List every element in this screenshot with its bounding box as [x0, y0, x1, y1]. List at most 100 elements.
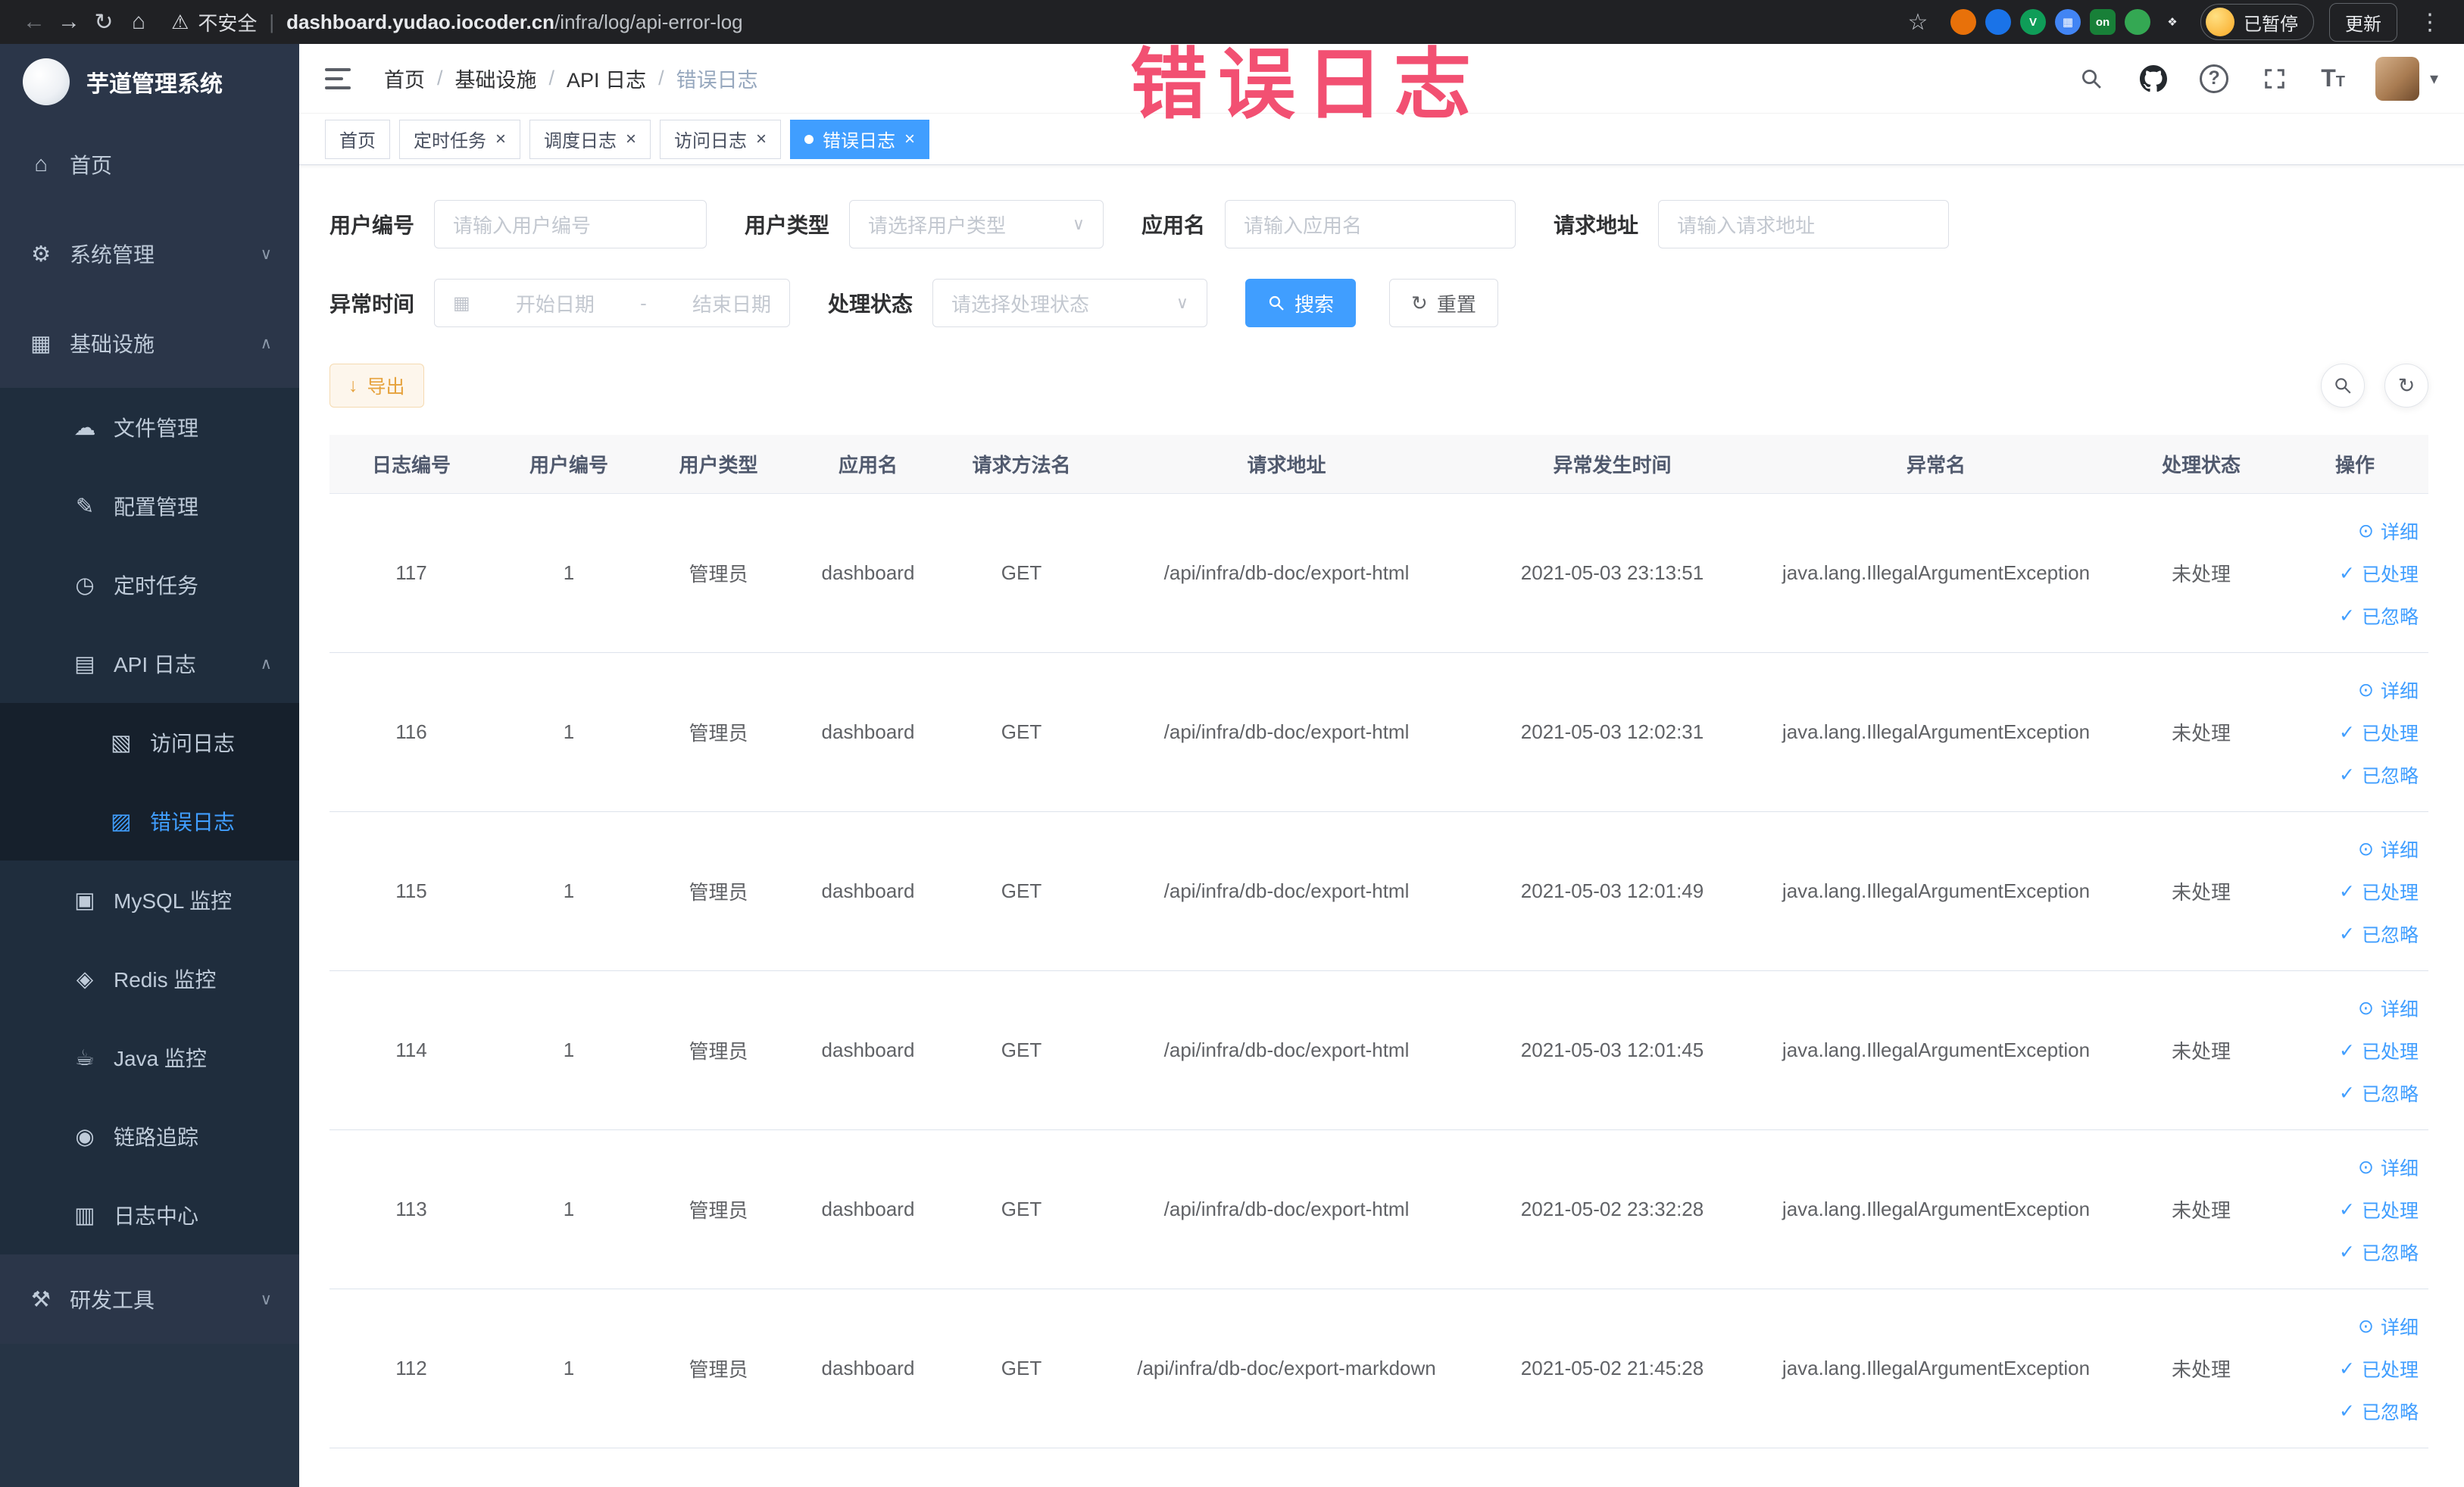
extension-green-v-icon[interactable]: V: [2020, 9, 2046, 35]
action-detail-link[interactable]: ⊙ 详细: [2358, 836, 2419, 863]
table-header: 日志编号 用户编号 用户类型 应用名 请求方法名 请求地址 异常发生时间 异常名 处理状态 操作: [329, 435, 2428, 494]
update-button[interactable]: 更新: [2329, 2, 2397, 42]
sidebar-item-error-log[interactable]: ▨ 错误日志: [0, 782, 299, 861]
close-icon[interactable]: ×: [904, 130, 915, 148]
menu-item-label: Redis 监控: [114, 968, 217, 992]
sidebar-item-log-center[interactable]: ▥ 日志中心: [0, 1176, 299, 1254]
extension-grid-icon[interactable]: ▦: [2055, 9, 2081, 35]
browser-menu-icon[interactable]: ⋮: [2412, 5, 2447, 39]
column-header: 异常发生时间: [1553, 454, 1672, 476]
extension-on-badge-icon[interactable]: on: [2090, 9, 2116, 35]
action-ignored-link[interactable]: ✓ 已忽略: [2339, 1398, 2419, 1425]
address-bar[interactable]: ⚠ 不安全 | dashboard.yudao.iocoder.cn /infr…: [156, 8, 1900, 36]
action-processed-link[interactable]: ✓ 已处理: [2339, 878, 2419, 905]
user-avatar: [2375, 56, 2419, 101]
bookmark-star-icon[interactable]: ☆: [1900, 5, 1935, 39]
sidebar-item-access-log[interactable]: ▧ 访问日志: [0, 703, 299, 782]
sidebar-item-infrastructure[interactable]: ▦ 基础设施 ∧: [0, 298, 299, 388]
app-name-input[interactable]: 请输入应用名: [1225, 200, 1516, 248]
user-type-select[interactable]: 请选择用户类型 ∨: [849, 200, 1104, 248]
extension-puzzle-icon[interactable]: ❖: [2160, 9, 2185, 35]
fullscreen-icon[interactable]: [2259, 63, 2291, 95]
reset-button-label: 重置: [1436, 292, 1476, 316]
close-icon[interactable]: ×: [626, 130, 636, 148]
font-size-icon[interactable]: TT: [2321, 64, 2345, 92]
search-button[interactable]: 搜索: [1245, 279, 1357, 327]
tab-home[interactable]: 首页: [325, 119, 390, 159]
action-detail-link[interactable]: ⊙ 详细: [2358, 517, 2419, 545]
cell-actions: ⊙ 详细 ✓ 已处理 ✓ 已忽略: [2281, 1313, 2429, 1425]
url-path: /infra/log/api-error-log: [554, 10, 743, 33]
sidebar-item-cron-job[interactable]: ◷ 定时任务: [0, 545, 299, 624]
profile-chip[interactable]: 已暂停: [2200, 4, 2314, 40]
tab-error-log[interactable]: 错误日志 ×: [790, 119, 930, 159]
breadcrumb-item[interactable]: API 日志: [567, 64, 646, 93]
sidebar-item-redis-monitor[interactable]: ◈ Redis 监控: [0, 939, 299, 1018]
sidebar-item-system-mgmt[interactable]: ⚙ 系统管理 ∨: [0, 209, 299, 298]
help-icon[interactable]: ?: [2200, 64, 2229, 93]
action-processed-link[interactable]: ✓ 已处理: [2339, 560, 2419, 587]
logo[interactable]: 芋道管理系统: [0, 44, 299, 120]
action-processed-link[interactable]: ✓ 已处理: [2339, 1355, 2419, 1382]
sidebar-item-mysql-monitor[interactable]: ▣ MySQL 监控: [0, 861, 299, 939]
sidebar-item-java-monitor[interactable]: ☕ Java 监控: [0, 1018, 299, 1097]
menu-item-label: 系统管理: [70, 243, 155, 267]
check-icon: ✓: [2339, 604, 2355, 626]
action-detail-link[interactable]: ⊙ 详细: [2358, 676, 2419, 704]
breadcrumb-item[interactable]: 基础设施: [455, 64, 537, 93]
cell-exception: java.lang.IllegalArgumentException: [1782, 720, 2091, 743]
user-id-input[interactable]: 请输入用户编号: [434, 200, 707, 248]
action-processed-link[interactable]: ✓ 已处理: [2339, 1196, 2419, 1223]
extension-blue-drop-icon[interactable]: [1985, 9, 2011, 35]
close-icon[interactable]: ×: [756, 130, 767, 148]
check-icon: ✓: [2339, 880, 2355, 902]
action-ignored-link[interactable]: ✓ 已忽略: [2339, 920, 2419, 948]
refresh-table-icon[interactable]: ↻: [2384, 364, 2428, 408]
export-button[interactable]: ↓ 导出: [329, 364, 424, 408]
action-detail-link[interactable]: ⊙ 详细: [2358, 1313, 2419, 1340]
tab-schedule-log[interactable]: 调度日志 ×: [529, 119, 651, 159]
sidebar-item-home[interactable]: ⌂ 首页: [0, 120, 299, 209]
exception-time-range[interactable]: ▦ 开始日期 - 结束日期: [434, 279, 791, 327]
chevron-up-icon: ∧: [260, 654, 272, 673]
action-processed-link[interactable]: ✓ 已处理: [2339, 1037, 2419, 1064]
action-ignored-link[interactable]: ✓ 已忽略: [2339, 761, 2419, 789]
process-status-select[interactable]: 请选择处理状态 ∨: [932, 279, 1208, 327]
browser-home-icon[interactable]: ⌂: [121, 5, 156, 39]
security-warning[interactable]: ⚠ 不安全: [171, 8, 257, 36]
action-detail-link[interactable]: ⊙ 详细: [2358, 995, 2419, 1022]
action-detail-link[interactable]: ⊙ 详细: [2358, 1154, 2419, 1181]
browser-forward-icon[interactable]: →: [52, 5, 86, 39]
extension-orange-icon[interactable]: [1950, 9, 1976, 35]
hamburger-icon[interactable]: [325, 62, 358, 95]
sidebar-item-dev-tools[interactable]: ⚒ 研发工具 ∨: [0, 1254, 299, 1344]
search-icon[interactable]: [2075, 63, 2107, 95]
browser-back-icon[interactable]: ←: [17, 5, 52, 39]
breadcrumb-item[interactable]: 首页: [384, 64, 425, 93]
check-icon: ✓: [2339, 1198, 2355, 1220]
user-menu[interactable]: ▾: [2375, 56, 2438, 101]
sidebar-item-api-log[interactable]: ▤ API 日志 ∧: [0, 624, 299, 703]
close-icon[interactable]: ×: [495, 130, 506, 148]
cell-actions: ⊙ 详细 ✓ 已处理 ✓ 已忽略: [2281, 676, 2429, 789]
request-url-input[interactable]: 请输入请求地址: [1658, 200, 1950, 248]
breadcrumb: 首页 / 基础设施 / API 日志 / 错误日志: [384, 64, 758, 93]
check-icon: ✓: [2339, 923, 2355, 945]
cell-method: GET: [1001, 1039, 1042, 1061]
tab-access-log[interactable]: 访问日志 ×: [660, 119, 782, 159]
action-ignored-link[interactable]: ✓ 已忽略: [2339, 602, 2419, 629]
logo-avatar: [23, 58, 70, 105]
github-icon[interactable]: [2138, 63, 2169, 95]
browser-reload-icon[interactable]: ↻: [86, 5, 121, 39]
action-ignored-link[interactable]: ✓ 已忽略: [2339, 1079, 2419, 1107]
tags-view-bar: 首页 定时任务 × 调度日志 × 访问日志 × 错误日志 ×: [299, 114, 2464, 165]
tab-cron-job[interactable]: 定时任务 ×: [399, 119, 521, 159]
toggle-search-icon[interactable]: [2321, 364, 2365, 408]
sidebar-item-file-mgmt[interactable]: ☁ 文件管理: [0, 388, 299, 467]
sidebar-item-config-mgmt[interactable]: ✎ 配置管理: [0, 467, 299, 545]
extension-leaf-icon[interactable]: [2125, 9, 2150, 35]
action-processed-link[interactable]: ✓ 已处理: [2339, 719, 2419, 746]
sidebar-item-link-trace[interactable]: ◉ 链路追踪: [0, 1097, 299, 1176]
reset-button[interactable]: ↻ 重置: [1389, 279, 1498, 327]
action-ignored-link[interactable]: ✓ 已忽略: [2339, 1239, 2419, 1266]
